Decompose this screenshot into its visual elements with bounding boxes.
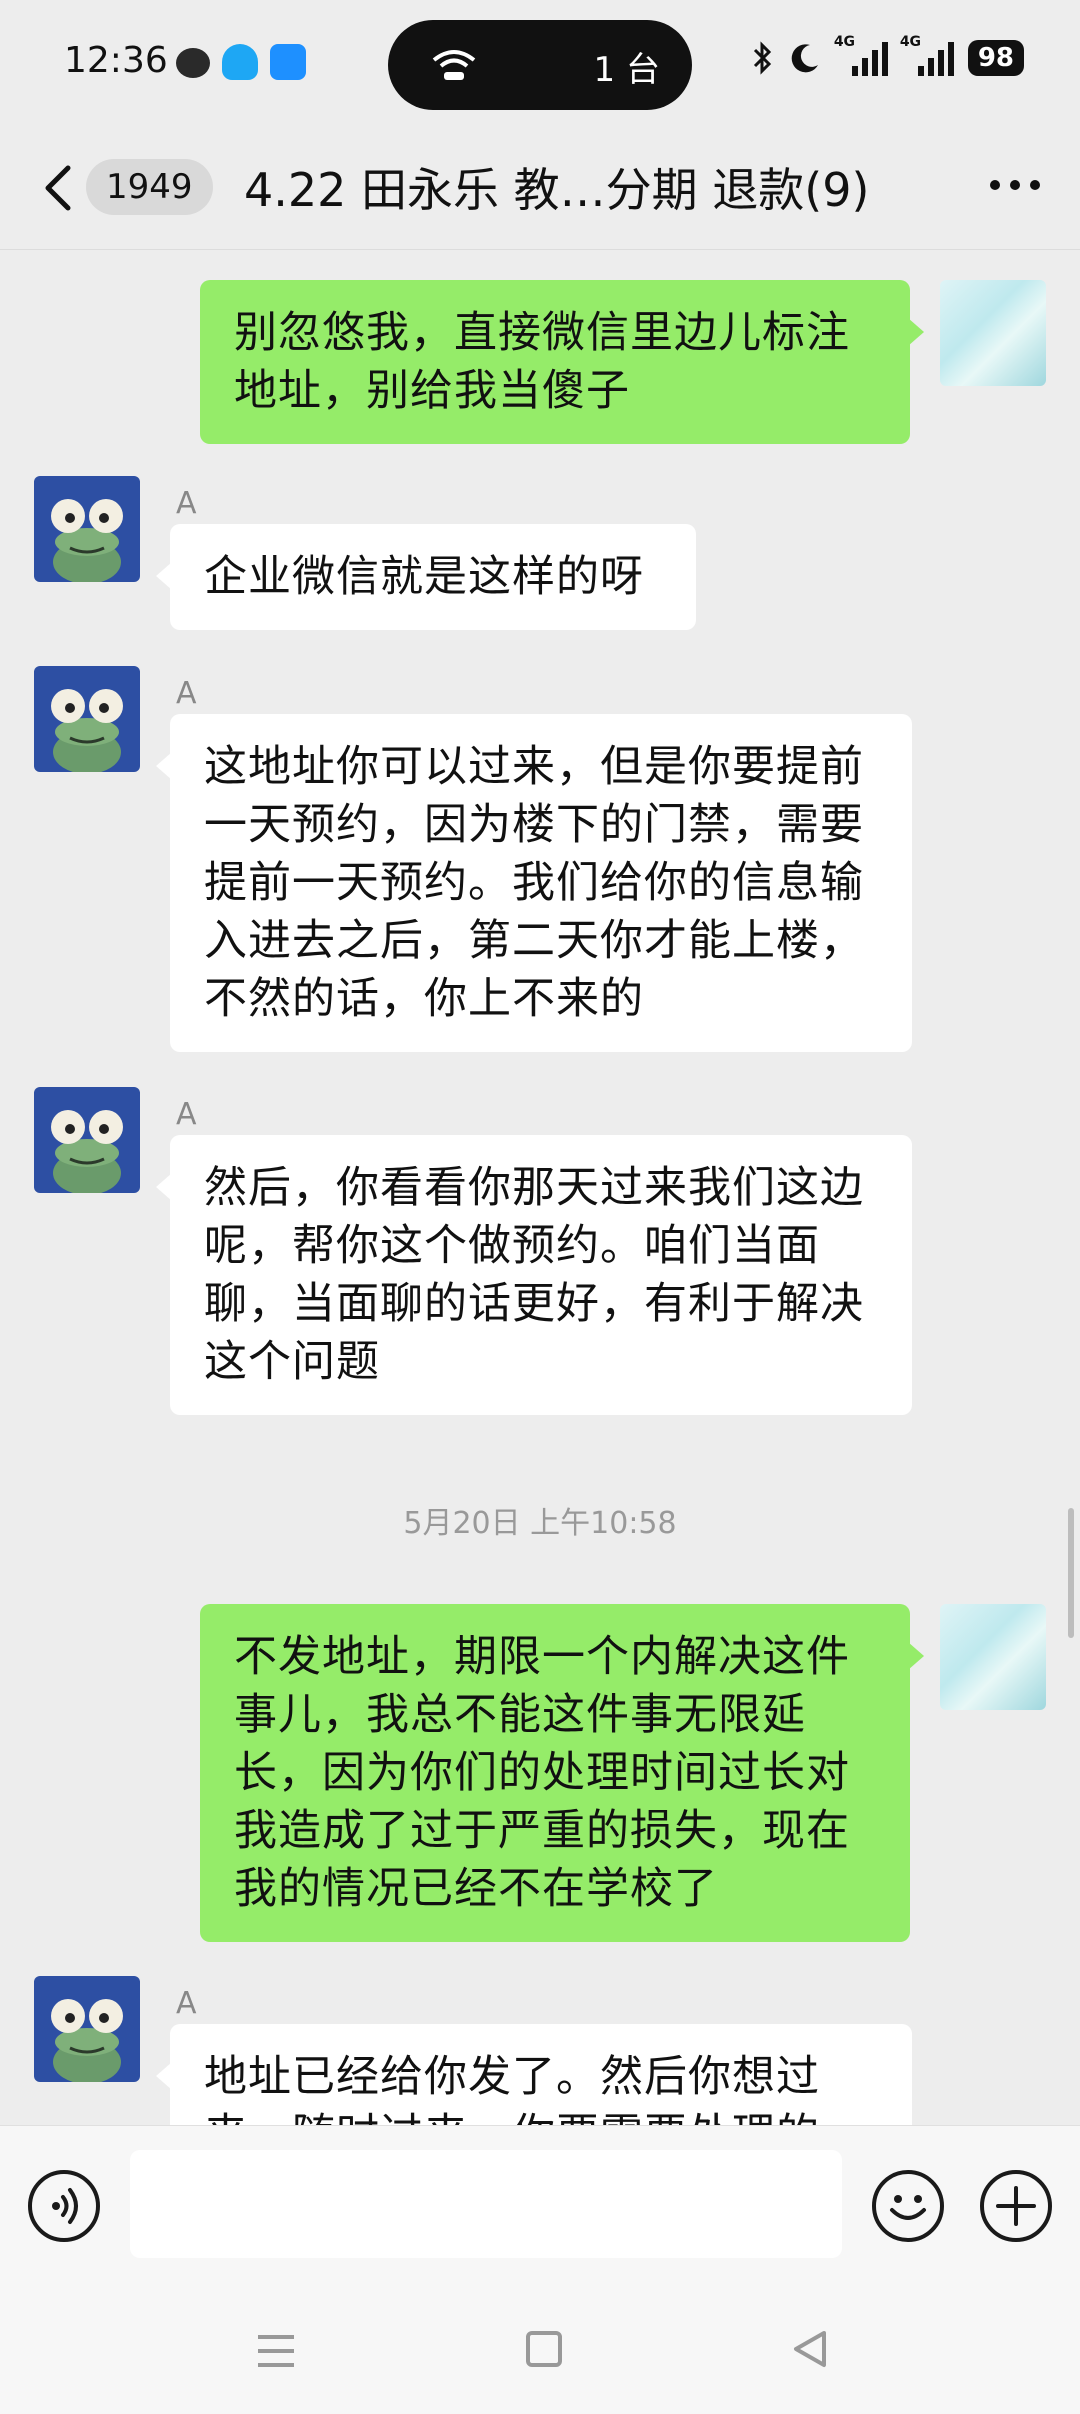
unread-count-badge[interactable]: 1949 — [86, 159, 213, 215]
signal-icon: 4G — [834, 34, 888, 76]
received-message-bubble[interactable]: 地址已经给你发了。然后你想过来，随时过来，你要需要处理的 — [156, 2024, 912, 2125]
frog-avatar-icon — [51, 689, 123, 772]
received-message-bubble[interactable]: 这地址你可以过来，但是你要提前一天预约，因为楼下的门禁，需要提前一天预约。我们给… — [156, 714, 912, 1052]
sender-name: A — [176, 486, 197, 521]
more-functions-button[interactable] — [980, 2170, 1052, 2242]
notification-icons — [176, 44, 306, 80]
bilibili-icon — [270, 44, 306, 80]
my-avatar[interactable] — [940, 1604, 1046, 1710]
recent-apps-icon[interactable] — [256, 2333, 296, 2369]
system-navigation-bar — [0, 2285, 1080, 2414]
frog-avatar-icon — [51, 1110, 123, 1193]
nav-back-icon[interactable] — [790, 2329, 830, 2369]
voice-input-button[interactable] — [28, 2170, 100, 2242]
hotspot-icon — [432, 50, 476, 80]
chat-header: 1949 4.22 田永乐 教…分期 退款(9) — [0, 128, 1080, 250]
voice-icon — [52, 2188, 78, 2224]
device-count: 1 台 — [593, 50, 660, 90]
plus-icon — [996, 2186, 1036, 2226]
message-timestamp: 5月20日 上午10:58 — [403, 1506, 677, 1541]
dynamic-island[interactable]: 1 台 — [388, 20, 692, 110]
scrollbar[interactable] — [1068, 1508, 1074, 1638]
sender-name: A — [176, 1097, 197, 1132]
battery-icon: 98 — [967, 40, 1024, 76]
contact-avatar[interactable] — [34, 476, 140, 582]
sent-message-bubble[interactable]: 别忽悠我，直接微信里边儿标注地址，别给我当傻子 — [200, 280, 924, 444]
chat-title: 4.22 田永乐 教…分期 退款(9) — [244, 163, 870, 217]
qq-icon — [222, 44, 258, 80]
status-bar: 12:36 1 台 4G 4G 98 — [0, 0, 1080, 128]
chat-screen: 12:36 1 台 4G 4G 98 1949 4.22 田永乐 教…分期 退款… — [0, 0, 1080, 2414]
frog-avatar-icon — [51, 1999, 123, 2082]
emoji-button[interactable] — [872, 2170, 944, 2242]
smiley-icon — [890, 2195, 926, 2220]
home-icon[interactable] — [526, 2331, 562, 2367]
contact-avatar[interactable] — [34, 1087, 140, 1193]
my-avatar[interactable] — [940, 280, 1046, 386]
more-icon[interactable] — [990, 180, 1040, 190]
system-icons: 4G 4G 98 — [752, 34, 1024, 76]
frog-avatar-icon — [51, 499, 123, 582]
contact-avatar[interactable] — [34, 1976, 140, 2082]
sent-message-bubble[interactable]: 不发地址，期限一个内解决这件事儿，我总不能这件事无限延长，因为你们的处理时间过长… — [200, 1604, 924, 1942]
wechat-icon — [176, 48, 210, 78]
message-input[interactable] — [130, 2150, 842, 2258]
back-arrow-icon[interactable] — [38, 162, 78, 214]
sender-name: A — [176, 676, 197, 711]
signal-icon: 4G — [900, 34, 954, 76]
received-message-bubble[interactable]: 然后，你看看你那天过来我们这边呢，帮你这个做预约。咱们当面聊，当面聊的话更好，有… — [156, 1135, 912, 1415]
status-time: 12:36 — [64, 40, 168, 81]
contact-avatar[interactable] — [34, 666, 140, 772]
received-message-bubble[interactable]: 企业微信就是这样的呀 — [156, 524, 696, 630]
input-bar — [0, 2125, 1080, 2285]
message-list[interactable]: 别忽悠我，直接微信里边儿标注地址，别给我当傻子 A 企业微信就是这样的呀 A 这… — [0, 250, 1080, 2125]
bluetooth-icon — [753, 41, 771, 75]
moon-icon — [791, 44, 818, 73]
sender-name: A — [176, 1986, 197, 2021]
